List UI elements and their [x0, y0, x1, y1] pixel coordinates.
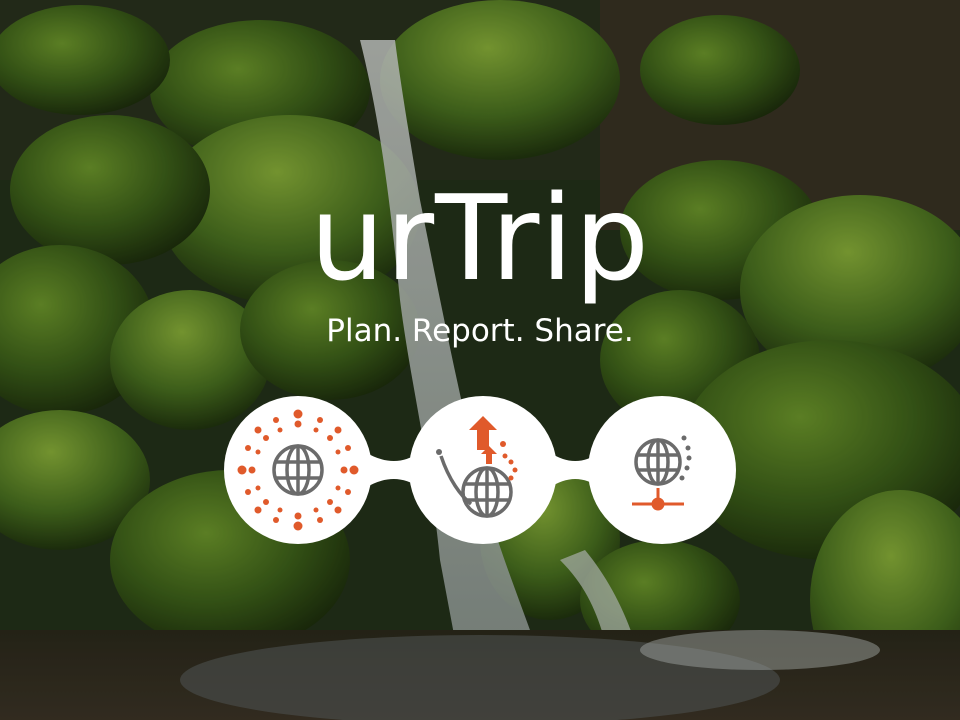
app-tagline: Plan. Report. Share.	[326, 313, 634, 349]
plan-feature-button[interactable]	[224, 396, 372, 544]
app-title: urTrip	[309, 169, 651, 307]
background-overlay	[0, 0, 960, 720]
report-feature-button[interactable]	[409, 396, 557, 544]
share-feature-button[interactable]	[588, 396, 736, 544]
feature-icons	[0, 390, 960, 550]
globe-upload-arrows-icon	[436, 416, 518, 518]
splash-screen: urTrip Plan. Report. Share.	[0, 0, 960, 720]
sun-globe-icon	[237, 409, 359, 531]
globe-network-icon	[632, 435, 692, 511]
